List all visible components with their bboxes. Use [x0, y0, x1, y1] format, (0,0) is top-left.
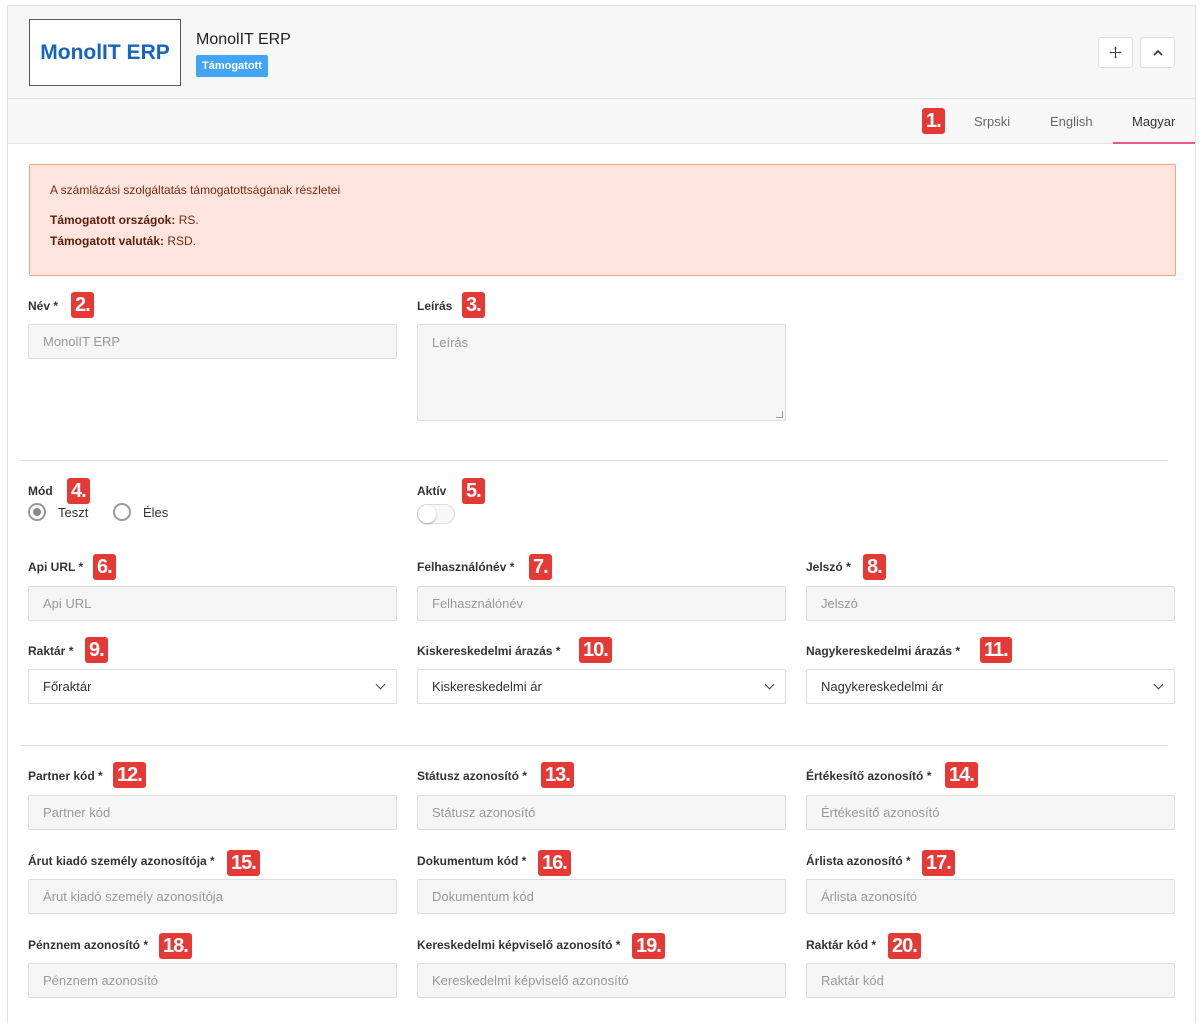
wholesale-pricing-label: Nagykereskedelmi árazás * — [806, 644, 961, 658]
mode-label: Mód — [28, 484, 53, 498]
active-tab-indicator — [1113, 142, 1195, 144]
marker-14: 14. — [945, 762, 978, 788]
tab-english[interactable]: English — [1050, 114, 1093, 129]
chevron-down-icon — [764, 679, 775, 690]
pricelist-id-label: Árlista azonosító * — [806, 854, 911, 868]
document-code-label: Dokumentum kód * — [417, 854, 527, 868]
mode-radio-live[interactable] — [113, 503, 131, 521]
sales-rep-id-label: Kereskedelmi képviselő azonosító * — [417, 938, 621, 952]
divider — [21, 745, 1168, 746]
marker-5: 5. — [462, 478, 485, 504]
alert-countries-value: RS. — [178, 213, 199, 227]
integration-card: MonolIT ERP MonolIT ERP Támogatott 1. Sr… — [7, 5, 1196, 1023]
marker-19: 19. — [632, 933, 665, 959]
page-title: MonolIT ERP — [196, 31, 291, 48]
api-url-input[interactable]: Api URL — [28, 586, 397, 621]
marker-3: 3. — [462, 292, 485, 318]
retail-pricing-selected: Kiskereskedelmi ár — [432, 679, 542, 694]
partner-code-input[interactable]: Partner kód — [28, 795, 397, 830]
marker-18: 18. — [159, 933, 192, 959]
tab-srpski[interactable]: Srpski — [974, 114, 1010, 129]
marker-20: 20. — [888, 933, 921, 959]
description-placeholder: Leírás — [432, 335, 469, 350]
marker-12: 12. — [113, 762, 146, 788]
mode-option-test[interactable]: Teszt — [58, 505, 88, 520]
marker-7: 7. — [529, 554, 552, 580]
alert-currencies-label: Támogatott valuták: — [50, 234, 165, 248]
wholesale-pricing-selected: Nagykereskedelmi ár — [821, 679, 944, 694]
warehouse-code-input[interactable]: Raktár kód — [806, 963, 1175, 998]
warehouse-selected: Főraktár — [43, 679, 92, 694]
marker-9: 9. — [85, 637, 108, 663]
issuer-id-input[interactable]: Árut kiadó személy azonosítója — [28, 879, 397, 914]
partner-code-label: Partner kód * — [28, 769, 103, 783]
chevron-up-icon — [1152, 49, 1163, 56]
active-label: Aktív — [417, 484, 447, 498]
alert-title: A számlázási szolgáltatás támogatottságá… — [50, 183, 341, 197]
marker-6: 6. — [93, 554, 116, 580]
collapse-button[interactable] — [1140, 37, 1175, 68]
name-label: Név * — [28, 299, 59, 313]
warehouse-code-label: Raktár kód * — [806, 938, 877, 952]
toggle-knob — [418, 505, 436, 523]
logo-text: MonolIT ERP — [40, 40, 170, 64]
currency-id-input[interactable]: Pénznem azonosító — [28, 963, 397, 998]
resize-handle[interactable] — [776, 411, 783, 418]
move-button[interactable] — [1098, 37, 1133, 68]
support-alert: A számlázási szolgáltatás támogatottságá… — [29, 164, 1176, 276]
marker-15: 15. — [227, 850, 260, 876]
name-input[interactable]: MonolIT ERP — [28, 324, 397, 359]
active-toggle[interactable] — [417, 504, 455, 524]
seller-id-input[interactable]: Értékesítő azonosító — [806, 795, 1175, 830]
marker-11: 11. — [980, 637, 1012, 663]
username-input[interactable]: Felhasználónév — [417, 586, 786, 621]
username-label: Felhasználónév * — [417, 560, 515, 574]
card-header: MonolIT ERP MonolIT ERP Támogatott — [8, 6, 1195, 99]
password-input[interactable]: Jelszó — [806, 586, 1175, 621]
pricelist-id-input[interactable]: Árlista azonosító — [806, 879, 1175, 914]
marker-16: 16. — [538, 850, 571, 876]
alert-currencies: Támogatott valuták: RSD. — [50, 234, 196, 248]
api-url-label: Api URL * — [28, 560, 84, 574]
chevron-down-icon — [1153, 679, 1164, 690]
marker-2: 2. — [71, 292, 94, 318]
status-badge: Támogatott — [196, 55, 268, 77]
warehouse-label: Raktár * — [28, 644, 74, 658]
alert-countries-label: Támogatott országok: — [50, 213, 176, 227]
seller-id-label: Értékesítő azonosító * — [806, 769, 932, 783]
sales-rep-id-input[interactable]: Kereskedelmi képviselő azonosító — [417, 963, 786, 998]
logo: MonolIT ERP — [29, 19, 181, 86]
status-id-input[interactable]: Státusz azonosító — [417, 795, 786, 830]
retail-pricing-label: Kiskereskedelmi árazás * — [417, 644, 561, 658]
retail-pricing-select[interactable]: Kiskereskedelmi ár — [417, 669, 786, 704]
language-tabs: 1. Srpski English Magyar — [8, 99, 1195, 144]
alert-currencies-value: RSD. — [167, 234, 197, 248]
alert-countries: Támogatott országok: RS. — [50, 213, 199, 227]
description-textarea[interactable]: Leírás — [417, 324, 786, 421]
marker-8: 8. — [863, 554, 886, 580]
password-label: Jelszó * — [806, 560, 851, 574]
wholesale-pricing-select[interactable]: Nagykereskedelmi ár — [806, 669, 1175, 704]
mode-option-live[interactable]: Éles — [143, 505, 168, 520]
chevron-down-icon — [375, 679, 386, 690]
mode-radio-test[interactable] — [28, 503, 46, 521]
marker-10: 10. — [579, 637, 612, 663]
marker-4: 4. — [67, 478, 90, 504]
warehouse-select[interactable]: Főraktár — [28, 669, 397, 704]
description-label: Leírás — [417, 299, 453, 313]
marker-17: 17. — [922, 850, 955, 876]
marker-1: 1. — [922, 108, 945, 134]
marker-13: 13. — [541, 762, 574, 788]
move-icon — [1109, 46, 1122, 59]
issuer-id-label: Árut kiadó személy azonosítója * — [28, 854, 215, 868]
document-code-input[interactable]: Dokumentum kód — [417, 879, 786, 914]
currency-id-label: Pénznem azonosító * — [28, 938, 149, 952]
status-id-label: Státusz azonosító * — [417, 769, 528, 783]
tab-magyar[interactable]: Magyar — [1132, 114, 1175, 129]
divider — [21, 460, 1168, 461]
